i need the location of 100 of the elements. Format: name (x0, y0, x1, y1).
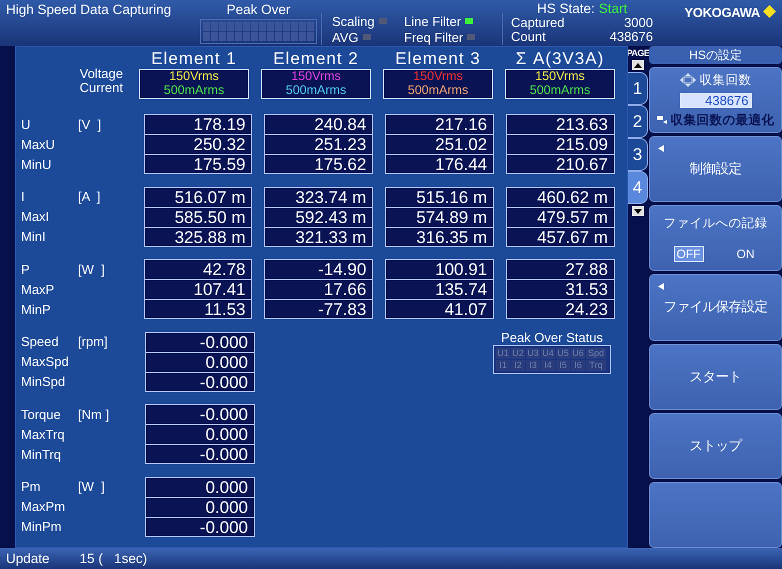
logo: YOKOGAWA (684, 5, 760, 20)
value-cell: 135.74 (386, 280, 494, 300)
value-cell: 0.000 (146, 478, 254, 498)
value-cell-text: 41.07 (444, 300, 488, 318)
peak-indicator: I6 (571, 360, 585, 370)
triangle-left-icon (658, 145, 664, 152)
peak-indicator: U4 (541, 348, 555, 358)
peak-indicator: U3 (526, 348, 540, 358)
toggle-key[interactable]: ファイルへの記録 OFF ON (649, 205, 782, 272)
submenu-key[interactable]: 制御設定 (649, 136, 782, 202)
unit-label: [rpm] (78, 334, 109, 349)
element-title: Element 1 (151, 49, 237, 69)
row-label: MaxPm (21, 499, 66, 514)
peak-indicator: Spd (586, 348, 606, 358)
value-cell-text: 321.33 m (294, 228, 368, 246)
range-value: 150Vrms (169, 70, 219, 84)
value-cell: 0.000 (146, 352, 254, 372)
unit-label: [W ] (78, 262, 106, 276)
cross-arrows-icon (680, 73, 696, 88)
value-cell-text: 316.35 m (415, 228, 488, 246)
value-cell: 27.88 (507, 260, 614, 280)
value-cell-text: -0.000 (198, 445, 249, 463)
value-cell: 251.02 (386, 135, 494, 155)
peak-indicator: U2 (511, 348, 525, 358)
value-cell: 516.07 m (144, 188, 252, 208)
range-label: Voltage (80, 67, 123, 81)
range-value: 150Vrms (291, 70, 341, 84)
value-cell: 31.53 (507, 280, 614, 300)
value-cell: 213.63 (507, 115, 614, 135)
down-triangle-icon (634, 208, 642, 214)
unit-label: [Nm ] (78, 406, 110, 422)
count-key[interactable]: 収集回数 438676 収集回数の最適化 (649, 67, 782, 134)
value-cell: -14.90 (265, 260, 372, 280)
peak-indicator: U1 (496, 348, 510, 358)
row-label: Torque (21, 406, 62, 422)
page-tab[interactable]: 4 (628, 171, 648, 204)
page-tab[interactable]: 2 (628, 105, 648, 138)
value-cell-text: -0.000 (198, 518, 249, 536)
range-value: 500mArms (408, 84, 468, 97)
value-cell-text: 176.44 (434, 155, 488, 173)
value-cell-text: 457.67 m (536, 228, 609, 246)
value-cell-text: 175.62 (313, 155, 368, 173)
row-label: MaxU (21, 136, 56, 152)
value-cell: 250.32 (144, 135, 252, 155)
peak-indicator: I1 (496, 360, 510, 370)
value-cell: 42.78 (144, 260, 252, 280)
counter-label: Captured (511, 16, 564, 30)
menu-title: HSの設定 (649, 46, 782, 64)
value-cell: 0.000 (146, 425, 254, 445)
value-cell: 585.50 m (144, 208, 252, 228)
peak-over-status-title: Peak Over Status (501, 330, 603, 344)
value-cell-text: 325.88 m (174, 228, 246, 246)
value-cell: -0.000 (146, 405, 254, 425)
hs-state-label: HS State: (537, 1, 595, 16)
value-cell: 251.23 (265, 135, 372, 155)
action-key[interactable]: ストップ (649, 412, 782, 479)
row-label: MinSpd (21, 374, 66, 389)
value-cell: 479.57 m (507, 208, 614, 228)
page-up-button[interactable] (632, 60, 644, 70)
value-cell: 0.000 (146, 498, 254, 518)
value-cell-text: -0.000 (198, 372, 249, 390)
peak-over-label: Peak Over (226, 2, 290, 17)
row-label: Speed (21, 334, 60, 349)
range-value: 150Vrms (413, 70, 463, 84)
unit-label: [V ] (78, 116, 102, 132)
element-title: Element 3 (395, 49, 481, 69)
counter-label: Count (511, 30, 546, 44)
submenu-key[interactable]: ファイル保存設定 (649, 274, 782, 341)
value-cell: 215.09 (507, 135, 614, 155)
key-sublabel: 収集回数の最適化 (670, 112, 774, 129)
range-value: 500mArms (530, 84, 590, 97)
range-label: Current (80, 81, 123, 95)
status-label: Update (6, 551, 50, 566)
value-cell: 574.89 m (386, 208, 494, 228)
peak-indicator: I4 (541, 360, 555, 370)
page-tab[interactable]: 3 (628, 138, 648, 171)
action-key[interactable]: スタート (649, 344, 782, 410)
toggle-option[interactable]: OFF (674, 246, 704, 262)
row-label: MinU (21, 156, 52, 172)
value-cell: 592.43 m (265, 208, 372, 228)
value-cell: 460.62 m (507, 188, 614, 208)
window-title: High Speed Data Capturing (6, 2, 172, 19)
row-label: MinPm (21, 519, 62, 534)
range-value: 500mArms (286, 84, 346, 97)
row-label: MaxI (21, 209, 50, 224)
page-tab[interactable]: 1 (628, 72, 648, 105)
flag-label: Freq Filter (404, 30, 464, 44)
unit-label: [A ] (78, 189, 102, 204)
row-label: MinI (21, 229, 47, 244)
unit-label: [W ] (78, 479, 106, 494)
value-cell: 107.41 (144, 280, 252, 300)
diamond-icon (763, 5, 776, 18)
input-field[interactable]: 438676 (680, 92, 752, 108)
counter-value: 438676 (610, 30, 653, 44)
key-label: 収集回数 (700, 72, 752, 89)
value-cell: 100.91 (386, 260, 494, 280)
hs-state-value: Start (598, 1, 628, 16)
page-down-button[interactable] (632, 206, 644, 216)
value-cell-text: 11.53 (203, 300, 246, 318)
toggle-option[interactable]: ON (734, 246, 758, 262)
